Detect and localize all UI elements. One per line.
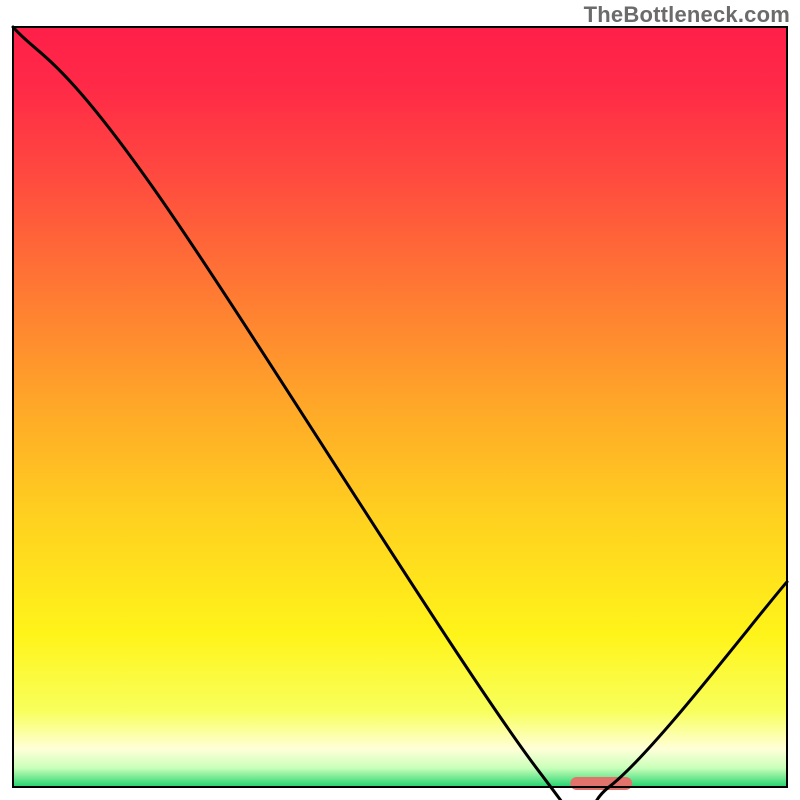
optimal-marker <box>570 777 632 790</box>
plot-background <box>13 27 787 787</box>
watermark-text: TheBottleneck.com <box>584 2 790 28</box>
chart-svg <box>0 0 800 800</box>
bottleneck-chart: TheBottleneck.com <box>0 0 800 800</box>
